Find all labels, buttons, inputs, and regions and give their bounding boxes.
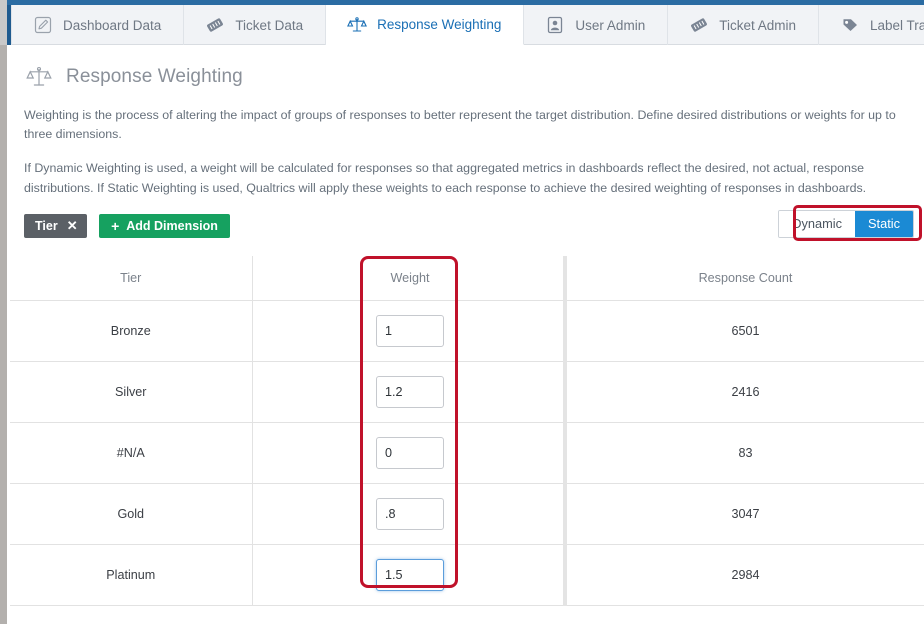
left-rail	[0, 0, 7, 45]
tab-ticket-admin[interactable]: Ticket Admin	[668, 5, 819, 45]
weighting-mode-toggle[interactable]: Dynamic Static	[778, 209, 914, 238]
cell-response-count: 6501	[565, 300, 924, 363]
cell-weight	[360, 422, 460, 485]
tab-dashboard-data[interactable]: Dashboard Data	[11, 5, 185, 45]
dimension-chip-tier[interactable]: Tier ✕	[24, 213, 87, 238]
cell-weight	[360, 483, 460, 546]
weight-input-bronze[interactable]	[376, 315, 444, 348]
scales-icon	[346, 14, 368, 36]
column-header-spacer-right	[460, 255, 567, 302]
page-content: Response Weighting Weighting is the proc…	[10, 46, 924, 624]
mode-option-dynamic[interactable]: Dynamic	[779, 210, 855, 237]
column-header-tier: Tier	[10, 255, 253, 302]
table-row: Platinum 2984	[10, 544, 924, 607]
tab-label: Response Weighting	[377, 17, 502, 32]
tab-label-translations[interactable]: Label Transla	[819, 5, 924, 45]
table-header-row: Tier Weight Response Count	[10, 255, 924, 302]
diamond-ticket-icon	[688, 14, 710, 36]
table-row: Gold 3047	[10, 483, 924, 546]
cell-tier: Gold	[10, 483, 253, 546]
cell-response-count: 2416	[565, 361, 924, 424]
table-row: Silver 2416	[10, 361, 924, 424]
pencil-square-icon	[32, 14, 54, 36]
tag-icon	[839, 14, 861, 36]
dimension-chip-label: Tier	[35, 218, 58, 233]
weight-input-platinum[interactable]	[376, 559, 444, 592]
diamond-ticket-icon	[204, 14, 226, 36]
cell-spacer-right	[460, 544, 567, 607]
cell-spacer-right	[460, 422, 567, 485]
main-tab-bar: Dashboard Data Ticket Data Response Weig…	[11, 5, 924, 45]
cell-tier: #N/A	[10, 422, 253, 485]
cell-spacer-left	[252, 361, 360, 424]
table-body: Bronze 6501 Silver	[10, 300, 924, 607]
left-window-edge	[0, 45, 7, 624]
weight-input-na[interactable]	[376, 437, 444, 470]
cell-tier: Bronze	[10, 300, 253, 363]
cell-spacer-right	[460, 361, 567, 424]
close-icon[interactable]: ✕	[67, 219, 78, 232]
dimension-toolbar: Tier ✕ + Add Dimension Dynamic Static	[24, 204, 924, 241]
tab-label: Ticket Data	[235, 17, 304, 33]
cell-response-count: 3047	[565, 483, 924, 546]
page-title: Response Weighting	[66, 66, 243, 87]
tab-ticket-data[interactable]: Ticket Data	[184, 5, 327, 45]
scales-icon	[24, 62, 54, 92]
cell-spacer-left	[252, 483, 360, 546]
tab-label: User Admin	[575, 17, 646, 33]
add-dimension-label: Add Dimension	[126, 218, 218, 233]
cell-spacer-left	[252, 300, 360, 363]
column-header-spacer-left	[252, 255, 360, 302]
cell-weight	[360, 361, 460, 424]
tab-label: Label Transla	[869, 17, 924, 33]
cell-spacer-right	[460, 300, 567, 363]
cell-spacer-left	[252, 422, 360, 485]
cell-tier: Silver	[10, 361, 253, 424]
cell-weight	[360, 544, 460, 607]
plus-icon: +	[111, 217, 120, 234]
tab-user-admin[interactable]: User Admin	[524, 5, 669, 45]
page-header: Response Weighting	[24, 62, 924, 92]
description-paragraph-1: Weighting is the process of altering the…	[24, 108, 896, 142]
weight-input-silver[interactable]	[376, 376, 444, 409]
table-row: #N/A 83	[10, 422, 924, 485]
cell-response-count: 2984	[565, 544, 924, 607]
cell-spacer-left	[252, 544, 360, 607]
column-header-response-count: Response Count	[565, 255, 924, 302]
mode-option-static[interactable]: Static	[854, 210, 913, 237]
description-paragraph-2: If Dynamic Weighting is used, a weight w…	[24, 161, 867, 195]
cell-weight	[360, 300, 460, 363]
application-window: Dashboard Data Ticket Data Response Weig…	[0, 0, 924, 624]
user-card-icon	[544, 14, 566, 36]
add-dimension-button[interactable]: + Add Dimension	[99, 213, 230, 238]
tab-response-weighting[interactable]: Response Weighting	[326, 5, 525, 45]
tab-label: Dashboard Data	[63, 17, 162, 33]
weighting-table: Tier Weight Response Count Bronze 1 6501…	[10, 255, 924, 607]
column-header-weight: Weight	[360, 255, 460, 302]
weight-input-gold[interactable]	[376, 498, 444, 531]
cell-tier: Platinum	[10, 544, 253, 607]
cell-spacer-right	[460, 483, 567, 546]
cell-response-count: 83	[565, 422, 924, 485]
tab-label: Ticket Admin	[719, 17, 796, 33]
table-row: Bronze 6501	[10, 300, 924, 363]
weighting-table-wrapper: Tier Weight Response Count Bronze 1 6501…	[10, 255, 924, 607]
